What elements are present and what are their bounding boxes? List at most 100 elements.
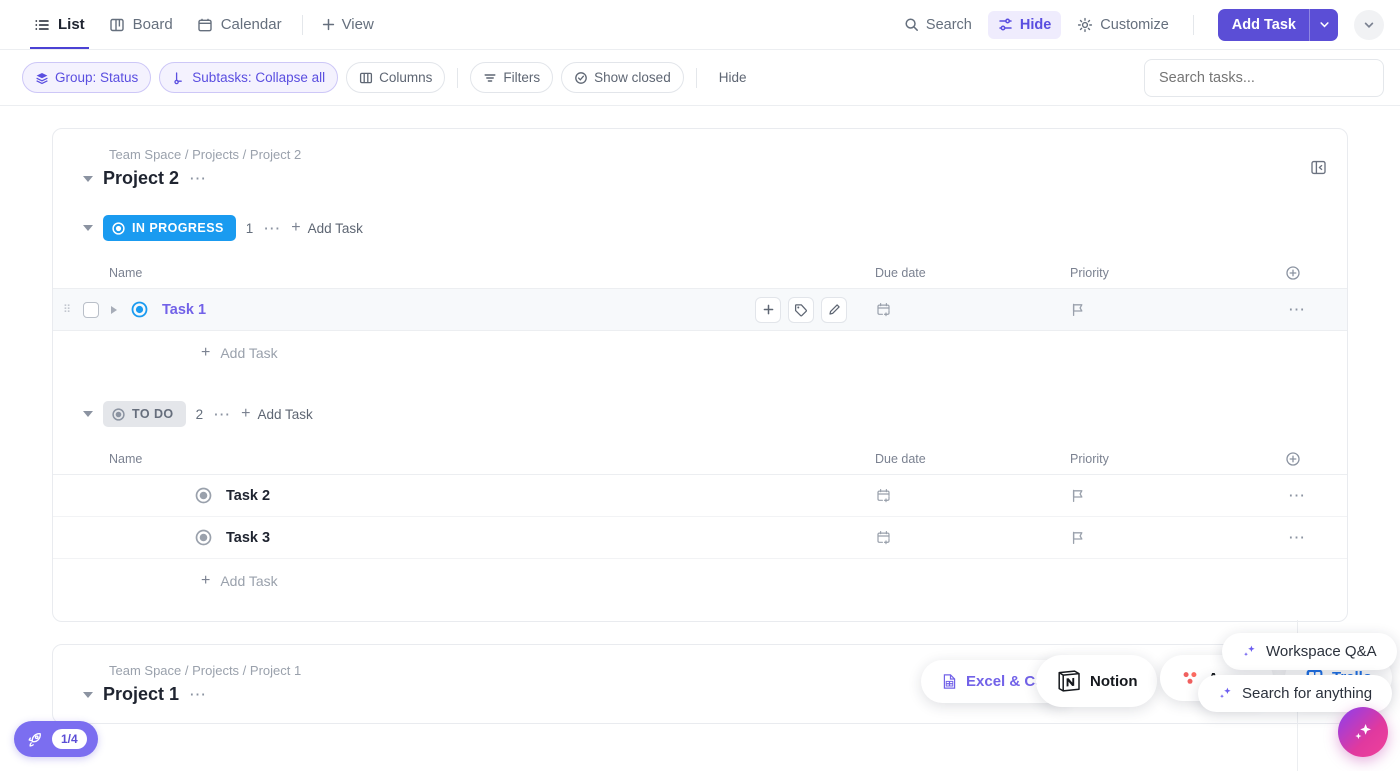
view-bar: List Board Calendar View Search Hide Cus… [0,0,1400,50]
expand-subtasks-toggle[interactable] [111,305,117,314]
columns-chip[interactable]: Columns [346,62,446,93]
tab-calendar-label: Calendar [220,16,282,33]
task-checkbox[interactable] [83,301,99,318]
tab-board[interactable]: Board [97,0,185,49]
group-status-chip[interactable]: Group: Status [22,62,152,93]
add-task-to-do[interactable]: + Add Task [241,406,313,422]
status-group-to-do: TO DO 2 ⋯ + Add Task Name Due date Prior… [53,401,1347,603]
more-options-button[interactable] [1354,9,1384,40]
collapse-panel-icon[interactable] [1310,159,1327,176]
column-header-due-date: Due date [875,451,926,466]
add-task-dropdown[interactable] [1310,9,1338,41]
task-more-menu[interactable]: ⋯ [1285,301,1309,318]
task-status-icon[interactable] [195,529,212,546]
add-column-button[interactable] [1285,451,1309,467]
rocket-icon [25,730,44,749]
collapse-group-toggle[interactable] [83,225,93,231]
table-row[interactable]: ⠿ Task 1 ⋯ [53,289,1347,331]
hide-button[interactable]: Hide [987,10,1062,39]
sparkle-icon [1242,644,1257,659]
tab-list-label: List [58,16,85,33]
hide-filters-button[interactable]: Hide [709,70,757,85]
status-group-header: IN PROGRESS 1 ⋯ + Add Task [53,215,1347,241]
divider [1192,14,1194,35]
table-row[interactable]: Task 2 ⋯ [53,475,1347,517]
collapse-group-toggle[interactable] [83,411,93,417]
task-name[interactable]: Task 1 [162,302,206,318]
collapse-project-toggle[interactable] [83,175,93,182]
task-more-menu[interactable]: ⋯ [1285,529,1309,546]
subtasks-chip[interactable]: Subtasks: Collapse all [159,62,339,93]
workspace-qa-tooltip[interactable]: Workspace Q&A [1222,633,1397,670]
add-column-button[interactable] [1285,265,1309,281]
layers-icon [35,71,49,85]
task-priority-cell[interactable] [1070,488,1285,504]
status-group-header: TO DO 2 ⋯ + Add Task [53,401,1347,427]
task-name-cell: Task 3 [53,529,875,546]
columns-icon [359,71,373,85]
edit-button[interactable] [821,296,847,323]
row-hover-actions [755,296,847,323]
ai-assistant-button[interactable] [1338,707,1388,757]
add-view-button[interactable]: View [311,16,384,33]
breadcrumb: Team Space / Projects / Project 2 [109,147,302,162]
plus-icon: + [241,405,251,422]
search-tasks-input[interactable] [1144,58,1384,97]
task-priority-cell[interactable] [1070,302,1285,318]
collapse-project-toggle[interactable] [83,691,93,698]
add-task-row-to-do[interactable]: + Add Task [53,559,1347,603]
search-anything-label: Search for anything [1242,685,1373,702]
onboarding-progress-count: 1/4 [52,729,87,749]
list-icon [34,17,50,33]
tab-list[interactable]: List [22,0,97,49]
onboarding-progress-badge[interactable]: 1/4 [14,721,98,757]
customize-button[interactable]: Customize [1067,11,1179,39]
add-task-row-in-progress[interactable]: + Add Task [53,331,1347,375]
task-more-menu[interactable]: ⋯ [1285,487,1309,504]
task-name-cell: Task 2 [53,487,875,504]
add-task-in-progress[interactable]: + Add Task [291,220,363,236]
task-priority-cell[interactable] [1070,530,1285,546]
task-status-icon[interactable] [131,301,148,318]
status-group-more-menu[interactable]: ⋯ [213,406,231,423]
status-badge[interactable]: TO DO [103,401,186,427]
status-badge-label: TO DO [132,407,174,421]
calendar-plus-icon [875,487,892,504]
status-group-more-menu[interactable]: ⋯ [263,220,281,237]
notion-icon [1056,668,1082,694]
task-due-date-cell[interactable] [875,529,1070,546]
drag-handle-icon[interactable]: ⠿ [63,304,75,315]
check-circle-icon [574,71,588,85]
add-view-label: View [341,16,374,33]
status-badge[interactable]: IN PROGRESS [103,215,236,241]
task-due-date-cell[interactable] [875,487,1070,504]
page-title: Project 1 [103,684,180,704]
task-status-icon[interactable] [195,487,212,504]
integration-pill-notion[interactable]: Notion [1036,655,1158,707]
project-more-menu[interactable]: ⋯ [189,686,207,703]
add-task-label: Add Task [1231,16,1296,33]
board-icon [109,17,125,33]
add-task-button[interactable]: Add Task [1217,8,1338,41]
column-headers: Name Due date Priority [53,257,1347,289]
status-group-in-progress: IN PROGRESS 1 ⋯ + Add Task Name Due date… [53,215,1347,375]
search-button[interactable]: Search [894,11,982,39]
tag-button[interactable] [788,296,814,323]
add-subtask-button[interactable] [755,296,781,323]
table-row[interactable]: Task 3 ⋯ [53,517,1347,559]
view-bar-actions: Search Hide Customize Add Task [894,8,1384,41]
task-name[interactable]: Task 3 [226,530,270,546]
column-header-name: Name [109,265,143,280]
task-name[interactable]: Task 2 [226,488,270,504]
filters-label: Filters [503,70,541,85]
sparkle-icon [1350,719,1376,745]
project-title-row: Project 2 ⋯ [53,168,1347,189]
task-due-date-cell[interactable] [875,301,1070,318]
show-closed-chip[interactable]: Show closed [561,62,684,93]
add-task-row-label: Add Task [220,345,278,361]
project-more-menu[interactable]: ⋯ [189,170,207,187]
tab-calendar[interactable]: Calendar [185,0,294,49]
status-task-count: 1 [245,220,254,236]
add-task-inline-label: Add Task [257,406,313,422]
filters-chip[interactable]: Filters [470,62,554,93]
